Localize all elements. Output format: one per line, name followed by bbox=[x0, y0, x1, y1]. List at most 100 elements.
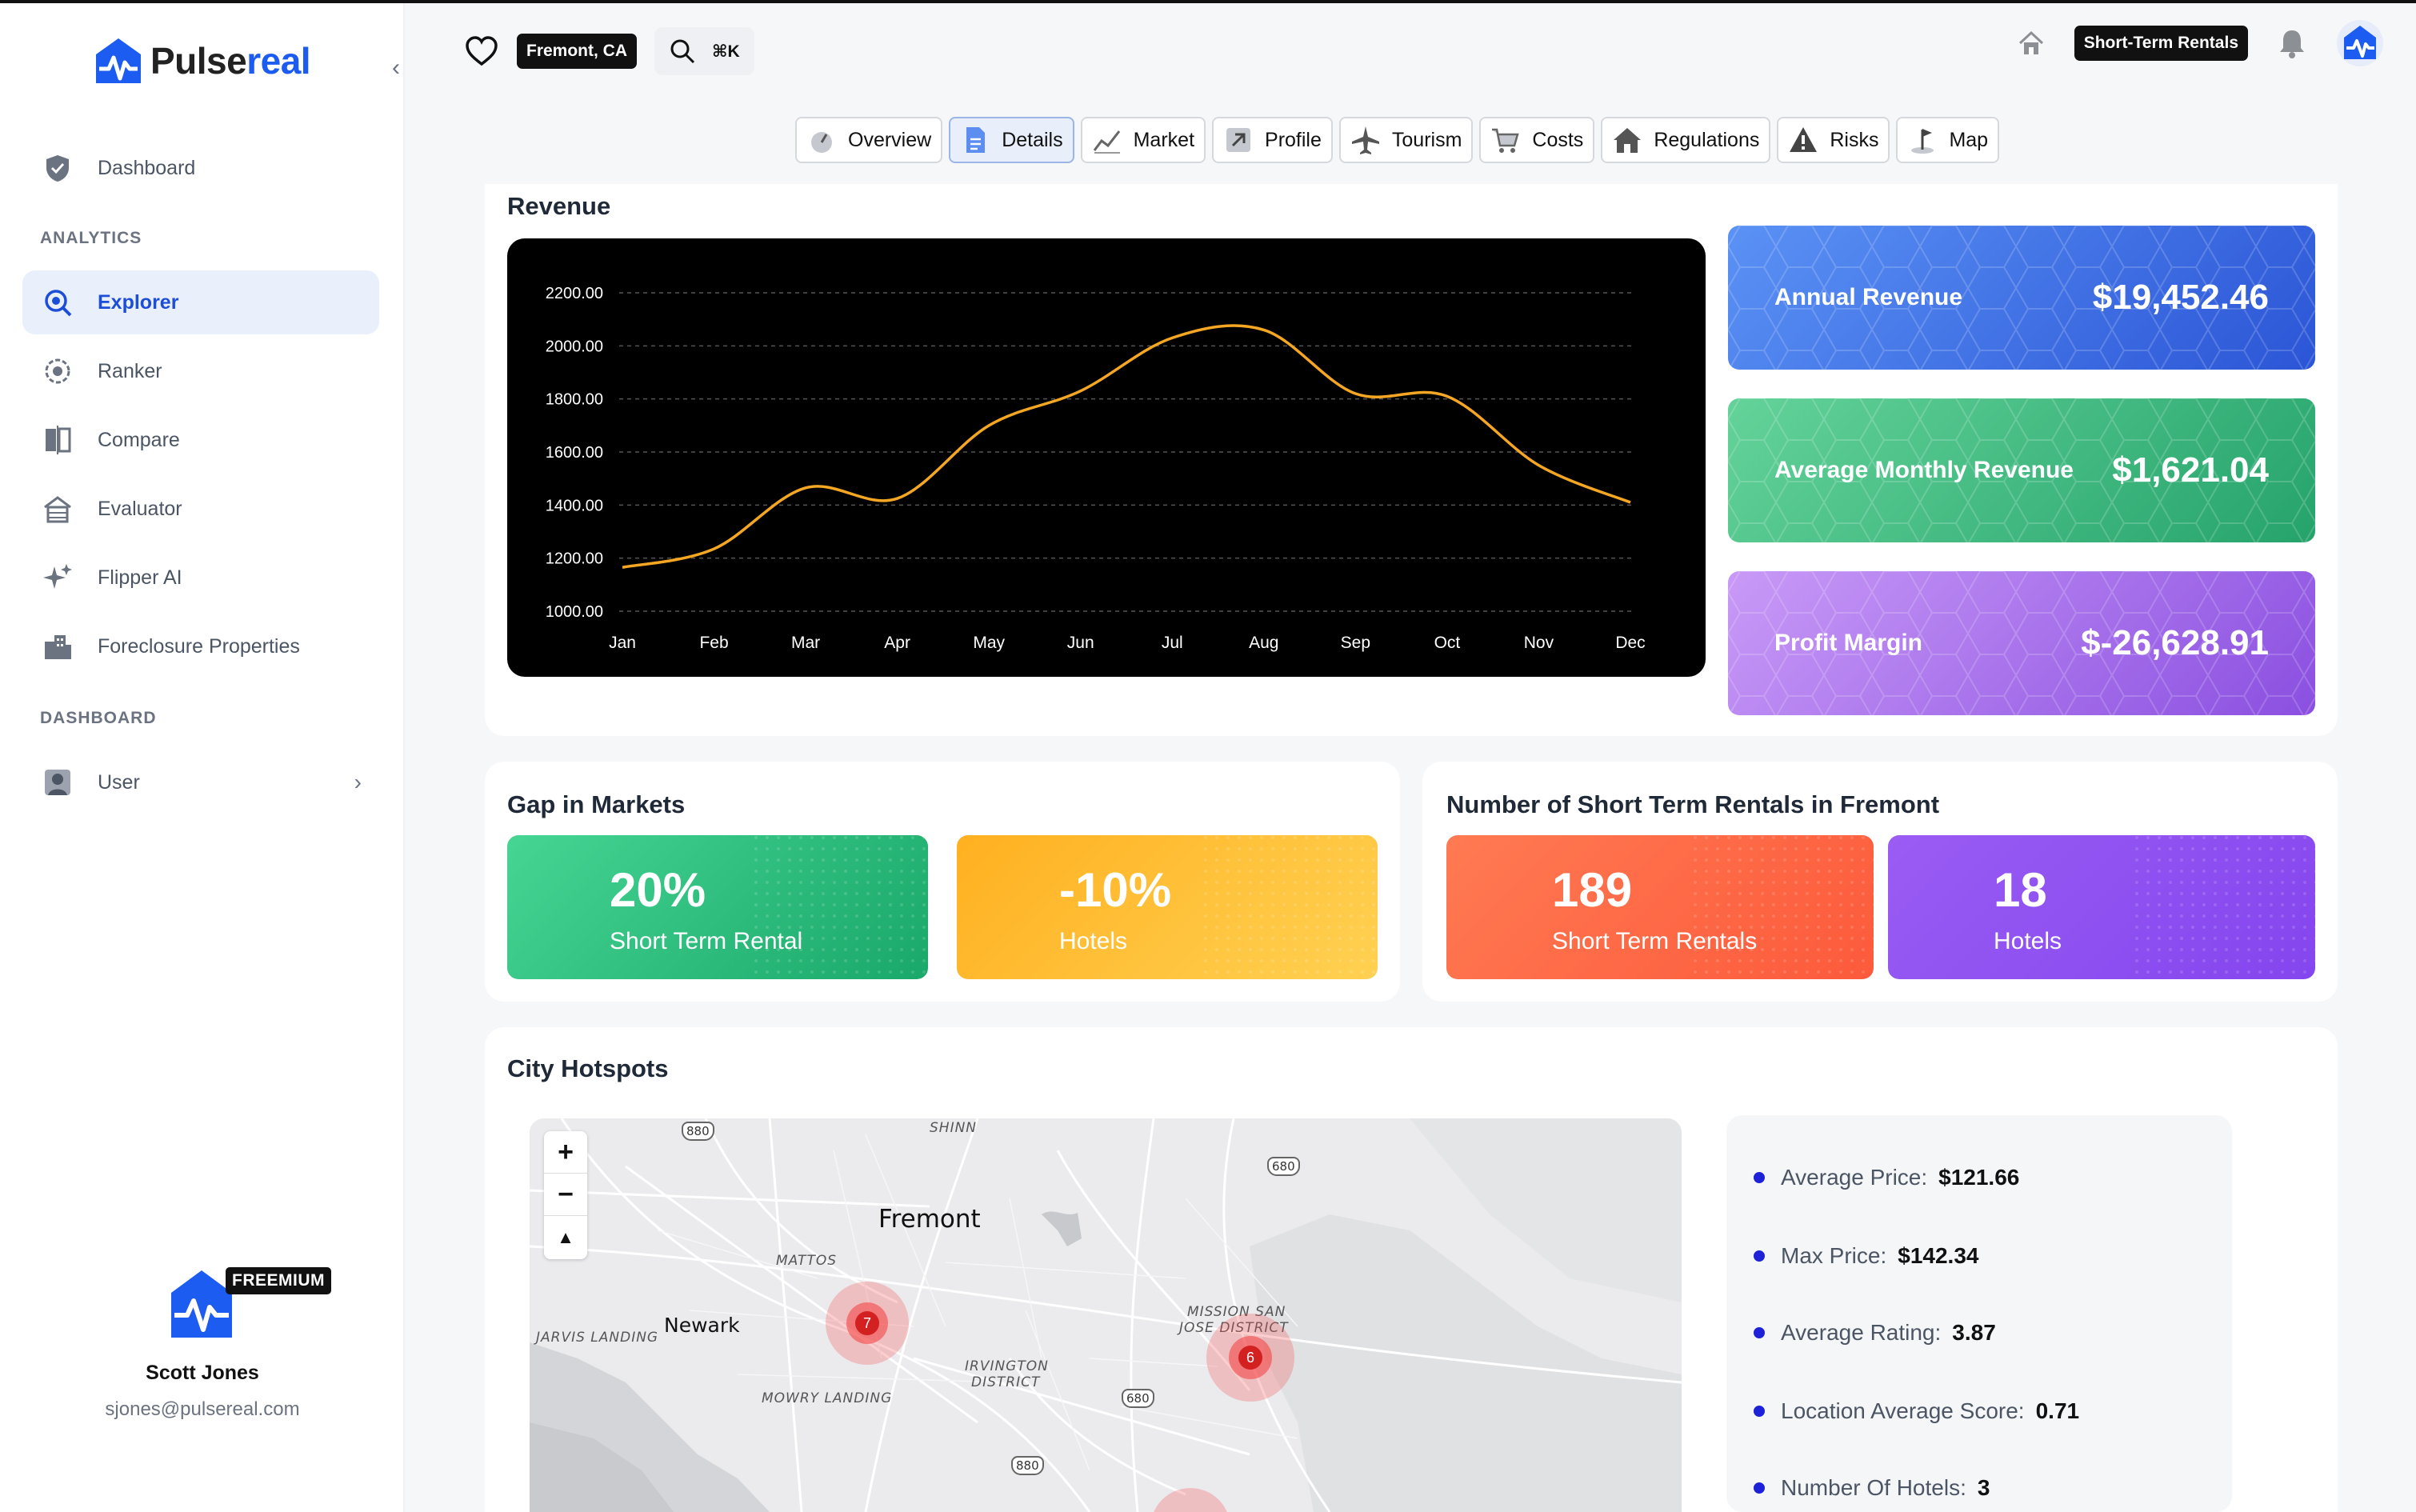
tab-risks[interactable]: Risks bbox=[1777, 117, 1890, 163]
warning-icon bbox=[1790, 127, 1818, 152]
brand-name: Pulsereal bbox=[150, 40, 311, 82]
sidebar-item-evaluator[interactable]: Evaluator bbox=[22, 477, 379, 541]
stat-value: $121.66 bbox=[1938, 1165, 2020, 1190]
dot-pattern bbox=[1686, 835, 1874, 979]
data-point bbox=[1536, 463, 1541, 468]
bullet-icon bbox=[1754, 1406, 1765, 1417]
tab-details[interactable]: Details bbox=[949, 117, 1074, 163]
bell-icon[interactable] bbox=[2277, 27, 2307, 59]
stat-label: Annual Revenue bbox=[1774, 284, 1963, 310]
tab-label: Risks bbox=[1830, 128, 1879, 151]
arrow-up-right-icon bbox=[1226, 128, 1251, 152]
hotspots-map[interactable]: Fremont Newark SHINN MATTOS JARVIS LANDI… bbox=[530, 1118, 1682, 1512]
dot-pattern bbox=[747, 835, 928, 979]
tab-costs[interactable]: Costs bbox=[1479, 117, 1595, 163]
zoom-out-button[interactable]: − bbox=[544, 1174, 587, 1216]
y-tick-label: 2200.00 bbox=[546, 285, 603, 302]
data-point bbox=[1262, 327, 1266, 332]
map-controls: + − ▲ bbox=[544, 1131, 587, 1259]
compass-north-icon[interactable]: ▲ bbox=[544, 1216, 587, 1258]
sidebar-item-flipper-ai[interactable]: Flipper AI bbox=[22, 546, 379, 610]
data-point bbox=[803, 486, 808, 490]
home-icon[interactable] bbox=[2017, 29, 2046, 58]
sidebar-item-ranker[interactable]: Ranker bbox=[22, 339, 379, 403]
stat-value: $142.34 bbox=[1898, 1243, 1979, 1268]
tile-label: Short Term Rental bbox=[610, 928, 803, 954]
revenue-series-line bbox=[622, 324, 1631, 569]
user-email: sjones@pulsereal.com bbox=[105, 1398, 300, 1420]
profit-margin-card: Profit Margin $-26,628.91 bbox=[1728, 571, 2315, 715]
data-point bbox=[1353, 391, 1358, 396]
gap-hotels-tile: -10% Hotels bbox=[957, 835, 1378, 979]
stat-number-of-hotels: Number Of Hotels: 3 bbox=[1754, 1475, 1990, 1501]
sidebar-item-explorer[interactable]: Explorer bbox=[22, 270, 379, 334]
target-icon bbox=[45, 358, 70, 384]
sidebar-item-label: Flipper AI bbox=[98, 566, 182, 589]
chart-line-icon bbox=[1093, 130, 1120, 154]
revenue-title: Revenue bbox=[507, 192, 611, 220]
tab-map[interactable]: Map bbox=[1896, 117, 2000, 163]
zoom-in-button[interactable]: + bbox=[544, 1131, 587, 1174]
sidebar-item-foreclosure-properties[interactable]: Foreclosure Properties bbox=[22, 614, 379, 678]
stat-label: Profit Margin bbox=[1774, 630, 1922, 656]
map-label-shinn: SHINN bbox=[930, 1120, 978, 1136]
sidebar-item-label: Evaluator bbox=[98, 497, 182, 520]
topbar-right: Short-Term Rentals bbox=[2017, 19, 2384, 67]
rental-mode-selector[interactable]: Short-Term Rentals bbox=[2074, 26, 2248, 61]
brand-logo[interactable]: Pulsereal bbox=[91, 37, 311, 85]
highway-shield-880-south: 880 bbox=[1011, 1456, 1044, 1475]
map-label-irvington-district: DISTRICT bbox=[971, 1374, 1041, 1390]
hotspot-cluster-marker[interactable]: 6 bbox=[1206, 1314, 1294, 1402]
location-selector[interactable]: Fremont, CA bbox=[517, 34, 637, 69]
tile-value: 189 bbox=[1552, 863, 1633, 917]
tab-overview[interactable]: Overview bbox=[795, 117, 943, 163]
stat-max-price: Max Price: $142.34 bbox=[1754, 1243, 1978, 1269]
hotspot-cluster-marker[interactable]: 7 bbox=[826, 1282, 909, 1365]
rentals-title: Number of Short Term Rentals in Fremont bbox=[1446, 790, 1940, 818]
user-name: Scott Jones bbox=[146, 1362, 259, 1384]
sidebar-item-label: Explorer bbox=[98, 290, 179, 314]
sidebar-item-dashboard[interactable]: Dashboard bbox=[22, 136, 379, 200]
tile-label: Short Term Rentals bbox=[1552, 928, 1758, 954]
pulse-logo-icon bbox=[96, 38, 141, 83]
sidebar-item-label: Compare bbox=[98, 428, 180, 451]
data-point bbox=[1078, 389, 1083, 394]
sidebar-item-compare[interactable]: Compare bbox=[22, 408, 379, 472]
gap-short-term-rental-tile: 20% Short Term Rental bbox=[507, 835, 928, 979]
x-tick-label: Nov bbox=[1524, 634, 1554, 652]
annual-revenue-card: Annual Revenue $19,452.46 bbox=[1728, 226, 2315, 370]
sidebar-item-label: Dashboard bbox=[98, 156, 196, 179]
tab-profile[interactable]: Profile bbox=[1212, 117, 1333, 163]
tab-regulations[interactable]: Regulations bbox=[1601, 117, 1771, 163]
section-label-dashboard: DASHBOARD bbox=[40, 709, 157, 727]
sidebar-item-user[interactable]: User › bbox=[22, 750, 379, 814]
bullet-icon bbox=[1754, 1250, 1765, 1262]
plan-badge: FREEMIUM bbox=[226, 1267, 331, 1294]
map-label-mowry-landing: MOWRY LANDING bbox=[762, 1390, 893, 1406]
stat-value: $-26,628.91 bbox=[2081, 623, 2269, 662]
tab-label: Tourism bbox=[1391, 128, 1462, 151]
collapse-sidebar-icon[interactable]: ‹ bbox=[392, 54, 400, 82]
airplane-icon bbox=[1351, 126, 1379, 154]
map-label-newark: Newark bbox=[664, 1314, 740, 1337]
y-tick-label: 1000.00 bbox=[546, 603, 603, 621]
map-label-jarvis-landing: JARVIS LANDING bbox=[536, 1330, 659, 1346]
y-tick-label: 1800.00 bbox=[546, 391, 603, 409]
stat-label: Location Average Score: bbox=[1781, 1398, 2025, 1423]
account-avatar-icon[interactable] bbox=[2336, 19, 2384, 67]
sidebar-item-label: Ranker bbox=[98, 359, 162, 382]
stat-label: Average Monthly Revenue bbox=[1774, 457, 2074, 483]
tab-market[interactable]: Market bbox=[1080, 117, 1206, 163]
search-button[interactable]: ⌘K bbox=[654, 27, 754, 75]
section-label-analytics: ANALYTICS bbox=[40, 229, 142, 247]
stat-label: Average Rating: bbox=[1781, 1320, 1942, 1345]
hotspots-title: City Hotspots bbox=[507, 1054, 669, 1082]
x-tick-label: May bbox=[973, 634, 1005, 652]
stat-average-price: Average Price: $121.66 bbox=[1754, 1165, 2019, 1190]
tab-label: Costs bbox=[1532, 128, 1584, 151]
x-tick-label: Oct bbox=[1434, 634, 1461, 652]
cart-icon bbox=[1492, 128, 1520, 153]
y-tick-label: 1200.00 bbox=[546, 550, 603, 568]
tab-tourism[interactable]: Tourism bbox=[1338, 117, 1474, 163]
heart-icon[interactable] bbox=[464, 35, 499, 67]
